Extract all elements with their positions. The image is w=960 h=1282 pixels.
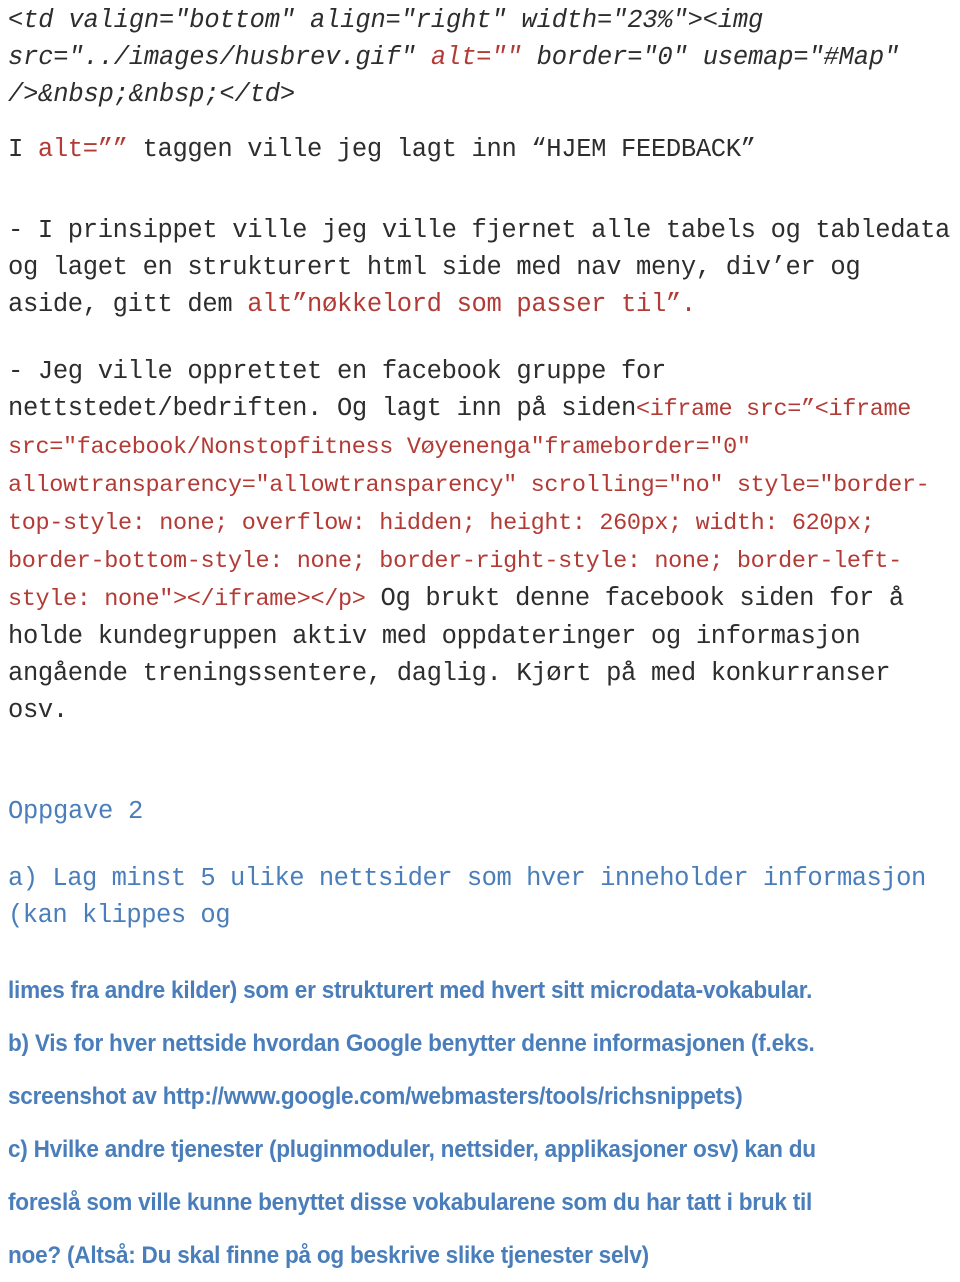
alt-tag-code: alt=””	[37, 135, 128, 164]
question-item-c-line3: noe? (Altså: Du skal finne på og beskriv…	[8, 1242, 649, 1269]
page-title: Oppgave 2	[8, 797, 144, 826]
code-block-td: <td valign="bottom" align="right" width=…	[8, 0, 952, 113]
code-block-iframe: <iframe src=”<iframe src="facebook/Nonst…	[8, 396, 930, 613]
question-item-a-continued: limes fra andre kilder) som er strukture…	[8, 977, 813, 1004]
document-page: <td valign="bottom" align="right" width=…	[0, 0, 960, 1269]
facebook-intro-text: - Jeg ville opprettet en facebook gruppe…	[8, 357, 666, 423]
code-td-alt-attribute: alt=""	[430, 43, 522, 72]
question-item-b-line2: screenshot av http://www.google.com/webm…	[8, 1083, 743, 1110]
alt-tag-prefix: I	[8, 135, 38, 164]
question-item-b-line1: b) Vis for hver nettside hvordan Google …	[8, 1030, 815, 1057]
prinsippet-alt-code: alt”nøkkelord som passer til”.	[247, 290, 696, 319]
paragraph-alt-tag: I alt=”” taggen ville jeg lagt inn “HJEM…	[8, 131, 952, 168]
question-item-a: a) Lag minst 5 ulike nettsider som hver …	[8, 864, 926, 930]
question-item-c-line2: foreslå som ville kunne benyttet disse v…	[8, 1189, 813, 1216]
alt-tag-suffix: taggen ville jeg lagt inn “HJEM FEEDBACK…	[127, 135, 756, 164]
paragraph-prinsippet: - I prinsippet ville jeg ville fjernet a…	[8, 212, 952, 323]
question-item-c-line1: c) Hvilke andre tjenester (pluginmoduler…	[8, 1136, 816, 1163]
paragraph-facebook: - Jeg ville opprettet en facebook gruppe…	[8, 353, 952, 729]
